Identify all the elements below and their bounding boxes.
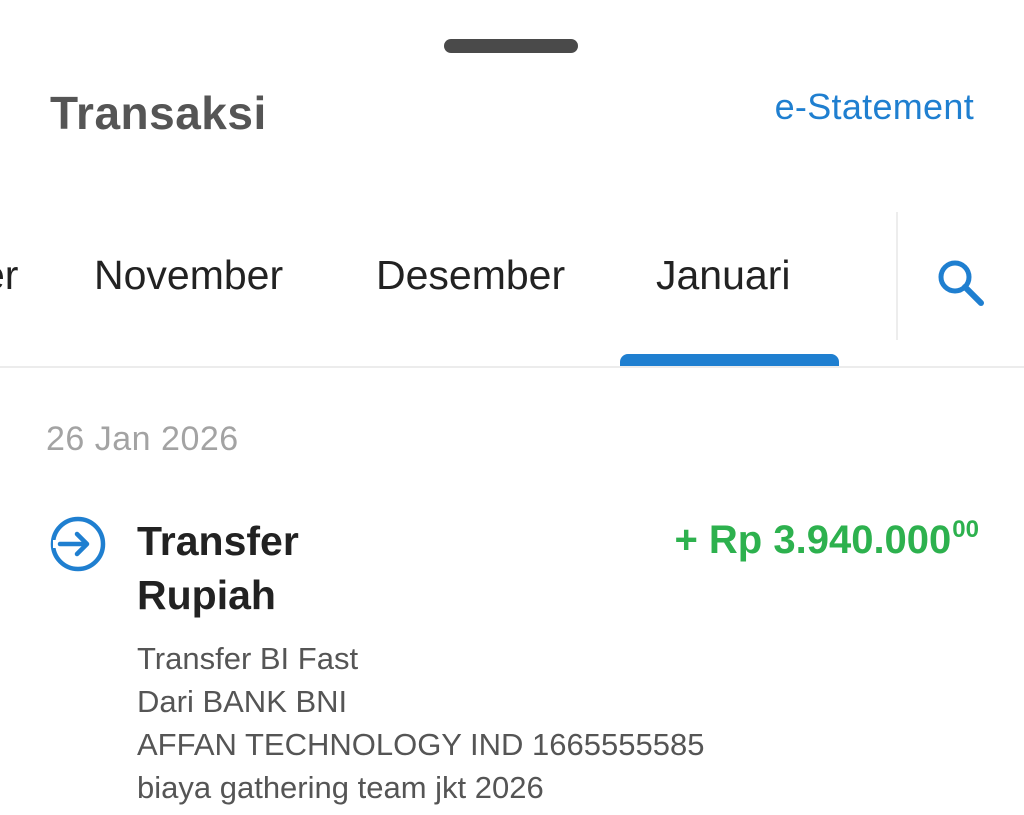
detail-line: Dari BANK BNI [137,684,348,719]
tabs-divider [896,212,898,340]
search-icon [938,260,984,306]
transaction-date-header: 26 Jan 2026 [46,420,239,458]
tabs-separator [0,366,1024,368]
e-statement-link[interactable]: e-Statement [775,86,974,128]
transfer-in-icon [48,514,108,574]
tab-oktober[interactable]: er [0,252,18,299]
search-button[interactable] [926,250,994,318]
tab-januari[interactable]: Januari [656,252,790,299]
tab-desember[interactable]: Desember [376,252,565,299]
transaction-row[interactable]: Transfer Rupiah + Rp 3.940.00000 Transfe… [0,500,1024,815]
detail-line: biaya gathering team jkt 2026 [137,770,544,805]
transactions-sheet: Transaksi e-Statement er November Desemb… [0,0,1024,815]
month-tabs: er November Desember Januari [0,212,1024,367]
drag-handle[interactable] [444,39,578,53]
page-title: Transaksi [50,87,267,139]
transaction-details: Transfer BI Fast Dari BANK BNI AFFAN TEC… [137,637,704,809]
transaction-title: Transfer Rupiah [137,518,299,618]
amount-cents: 00 [952,516,979,543]
tab-november[interactable]: November [94,252,283,299]
detail-line: AFFAN TECHNOLOGY IND 1665555585 [137,727,705,762]
detail-line: Transfer BI Fast [137,641,359,676]
amount-value: + Rp 3.940.000 [674,518,952,562]
transaction-amount: + Rp 3.940.00000 [674,516,979,563]
